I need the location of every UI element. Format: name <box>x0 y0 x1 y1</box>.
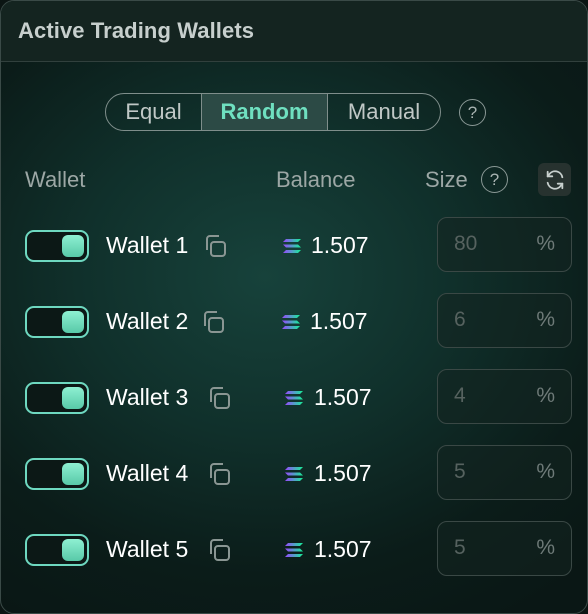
solana-icon <box>285 543 303 557</box>
column-header-size: Size <box>425 167 468 192</box>
size-unit: % <box>536 384 555 407</box>
size-value: 4 <box>454 384 466 407</box>
size-input[interactable]: 6 % <box>437 293 572 348</box>
wallet-name: Wallet 5 <box>106 536 189 562</box>
wallet-enable-toggle[interactable] <box>25 458 89 490</box>
toggle-knob <box>62 311 84 333</box>
wallet-enable-toggle[interactable] <box>25 230 89 262</box>
toggle-knob <box>62 539 84 561</box>
column-header-wallet: Wallet <box>25 167 86 192</box>
mode-equal-button[interactable]: Equal <box>106 94 202 130</box>
size-value: 80 <box>454 232 478 255</box>
size-value: 5 <box>454 460 466 483</box>
wallet-name: Wallet 1 <box>106 232 189 258</box>
copy-icon[interactable] <box>202 233 228 259</box>
size-value: 5 <box>454 536 466 559</box>
wallet-name: Wallet 3 <box>106 384 189 410</box>
panel-header: Active Trading Wallets <box>1 1 587 62</box>
solana-icon <box>283 239 301 253</box>
wallet-row: Wallet 5 1.507 5 % <box>1 521 587 581</box>
copy-icon[interactable] <box>206 537 232 563</box>
size-input[interactable]: 80 % <box>437 217 572 272</box>
wallet-name: Wallet 2 <box>106 308 189 334</box>
solana-icon <box>282 315 300 329</box>
solana-icon <box>285 467 303 481</box>
size-unit: % <box>536 232 555 255</box>
size-input[interactable]: 5 % <box>437 521 572 576</box>
size-input[interactable]: 4 % <box>437 369 572 424</box>
wallet-balance: 1.507 <box>314 460 372 486</box>
size-unit: % <box>536 536 555 559</box>
toggle-knob <box>62 235 84 257</box>
wallets-panel: Active Trading Wallets Equal Random Manu… <box>0 0 588 614</box>
panel-title: Active Trading Wallets <box>18 18 255 43</box>
wallet-enable-toggle[interactable] <box>25 382 89 414</box>
copy-icon[interactable] <box>206 461 232 487</box>
refresh-icon <box>546 169 563 190</box>
wallet-row: Wallet 4 1.507 5 % <box>1 445 587 505</box>
column-header-balance: Balance <box>276 167 356 192</box>
wallet-enable-toggle[interactable] <box>25 534 89 566</box>
copy-icon[interactable] <box>206 385 232 411</box>
wallet-enable-toggle[interactable] <box>25 306 89 338</box>
mode-help-icon[interactable]: ? <box>459 99 486 126</box>
wallet-balance: 1.507 <box>314 536 372 562</box>
toggle-knob <box>62 463 84 485</box>
size-input[interactable]: 5 % <box>437 445 572 500</box>
mode-manual-button[interactable]: Manual <box>328 94 440 130</box>
copy-icon[interactable] <box>200 309 226 335</box>
solana-icon <box>285 391 303 405</box>
wallet-name: Wallet 4 <box>106 460 189 486</box>
distribution-mode-selector: Equal Random Manual <box>105 93 441 131</box>
size-unit: % <box>536 308 555 331</box>
toggle-knob <box>62 387 84 409</box>
wallet-row: Wallet 2 1.507 6 % <box>1 293 587 353</box>
wallet-row: Wallet 3 1.507 4 % <box>1 369 587 429</box>
refresh-button[interactable] <box>538 163 571 196</box>
size-unit: % <box>536 460 555 483</box>
wallet-balance: 1.507 <box>311 232 369 258</box>
wallet-balance: 1.507 <box>314 384 372 410</box>
wallet-balance: 1.507 <box>310 308 368 334</box>
size-value: 6 <box>454 308 466 331</box>
size-help-icon[interactable]: ? <box>481 166 508 193</box>
mode-random-button[interactable]: Random <box>202 94 328 130</box>
wallet-row: Wallet 1 1.507 80 % <box>1 217 587 277</box>
